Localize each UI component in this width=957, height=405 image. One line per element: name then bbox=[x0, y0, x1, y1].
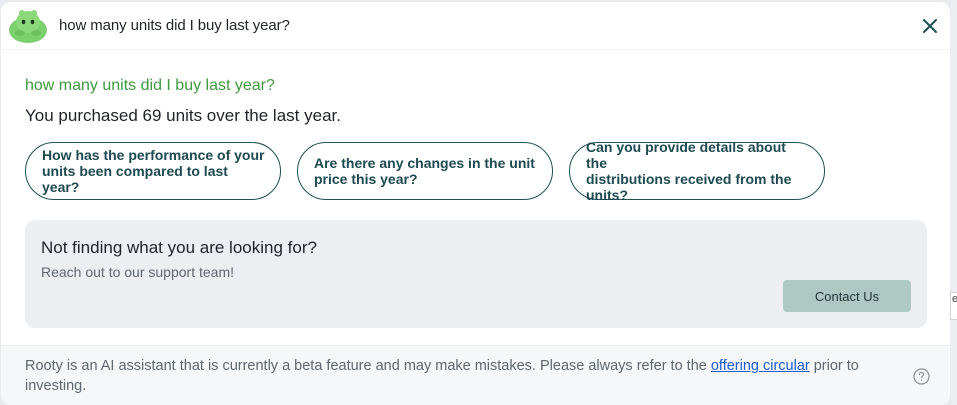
support-card: Not finding what you are looking for? Re… bbox=[25, 220, 927, 328]
suggestion-line: price this year? bbox=[314, 171, 418, 187]
suggestion-line: distributions received from the bbox=[586, 171, 792, 187]
disclaimer-text: Rooty is an AI assistant that is current… bbox=[25, 356, 875, 396]
chat-header: how many units did I buy last year? bbox=[1, 2, 950, 50]
green-blob-avatar-icon bbox=[9, 10, 47, 43]
suggestion-chip-performance[interactable]: How has the performance of your units be… bbox=[25, 142, 281, 200]
chat-panel: how many units did I buy last year? how … bbox=[1, 2, 950, 405]
offering-circular-link[interactable]: offering circular bbox=[711, 358, 810, 374]
suggestion-line: How has the performance of your bbox=[42, 147, 265, 163]
suggestion-line: Can you provide details about the bbox=[586, 139, 786, 171]
edge-tab-label: e bbox=[952, 293, 957, 305]
disclaimer-footer: Rooty is an AI assistant that is current… bbox=[1, 345, 950, 405]
scrollbar-track[interactable] bbox=[951, 0, 957, 405]
contact-us-button[interactable]: Contact Us bbox=[783, 280, 911, 312]
suggestion-line: Are there any changes in the unit bbox=[314, 155, 535, 171]
disclaimer-text-start: Rooty is an AI assistant that is current… bbox=[25, 358, 711, 374]
suggestion-line: units? bbox=[586, 187, 628, 203]
header-title: how many units did I buy last year? bbox=[59, 17, 290, 34]
edge-tab[interactable]: e bbox=[950, 292, 957, 320]
support-subtitle: Reach out to our support team! bbox=[41, 264, 234, 280]
suggestion-line: units been compared to last year? bbox=[42, 163, 228, 195]
assistant-answer: You purchased 69 units over the last yea… bbox=[25, 106, 341, 125]
question-circle-icon[interactable] bbox=[913, 368, 930, 385]
user-question: how many units did I buy last year? bbox=[25, 77, 275, 94]
suggestion-chip-distributions[interactable]: Can you provide details about the distri… bbox=[569, 139, 825, 203]
support-title: Not finding what you are looking for? bbox=[41, 238, 317, 257]
close-icon[interactable] bbox=[920, 16, 940, 36]
suggestion-chip-unit-price[interactable]: Are there any changes in the unit price … bbox=[297, 142, 553, 200]
